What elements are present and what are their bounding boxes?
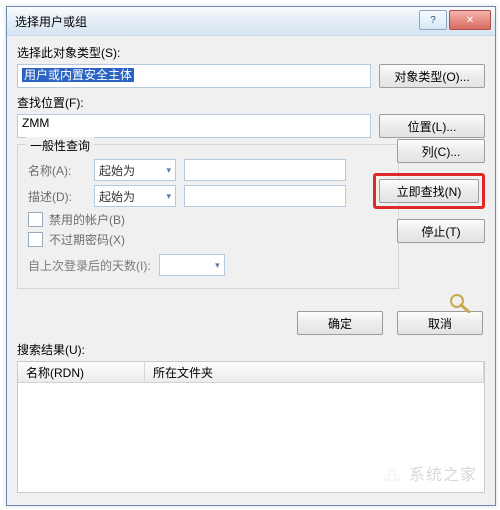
close-icon: ✕: [466, 15, 474, 26]
search-results-table[interactable]: 名称(RDN) 所在文件夹: [17, 361, 485, 493]
chevron-down-icon: ▾: [215, 260, 220, 271]
desc-input[interactable]: [184, 185, 346, 207]
name-input[interactable]: [184, 159, 346, 181]
common-queries-group: 一般性查询 名称(A): 起始为▾ 描述(D): 起始为▾ 禁用的帐户(B) 不…: [17, 144, 399, 289]
object-type-input[interactable]: 用户或内置安全主体: [17, 64, 371, 88]
locations-button[interactable]: 位置(L)...: [379, 114, 485, 138]
find-now-button[interactable]: 立即查找(N): [379, 179, 479, 203]
name-label: 名称(A):: [28, 162, 86, 179]
nonexpiring-password-checkbox[interactable]: [28, 232, 43, 247]
results-header: 名称(RDN) 所在文件夹: [18, 362, 484, 383]
chevron-down-icon: ▾: [166, 165, 171, 176]
object-type-value: 用户或内置安全主体: [22, 68, 134, 82]
location-label: 查找位置(F):: [17, 94, 485, 111]
desc-match-combo[interactable]: 起始为▾: [94, 185, 176, 207]
select-user-or-group-dialog: 选择用户或组 ? ✕ 选择此对象类型(S): 用户或内置安全主体 对象类型(O)…: [6, 6, 496, 506]
stop-button[interactable]: 停止(T): [397, 219, 485, 243]
cancel-button[interactable]: 取消: [397, 311, 483, 335]
object-types-button[interactable]: 对象类型(O)...: [379, 64, 485, 88]
disabled-accounts-checkbox[interactable]: [28, 212, 43, 227]
column-folder[interactable]: 所在文件夹: [145, 362, 484, 382]
nonexpiring-password-label: 不过期密码(X): [49, 231, 125, 248]
help-icon: ?: [430, 15, 436, 26]
help-button[interactable]: ?: [419, 10, 447, 30]
dialog-title: 选择用户或组: [15, 13, 87, 30]
find-now-highlight: 立即查找(N): [373, 173, 485, 209]
titlebar: 选择用户或组 ? ✕: [7, 7, 495, 36]
days-since-logon-combo[interactable]: ▾: [159, 254, 225, 276]
columns-button[interactable]: 列(C)...: [397, 139, 485, 163]
days-since-logon-label: 自上次登录后的天数(I):: [28, 257, 151, 274]
search-icon: [447, 293, 475, 313]
chevron-down-icon: ▾: [166, 191, 171, 202]
search-results-label: 搜索结果(U):: [17, 341, 485, 358]
column-name[interactable]: 名称(RDN): [18, 362, 145, 382]
close-button[interactable]: ✕: [449, 10, 491, 30]
desc-label: 描述(D):: [28, 188, 86, 205]
common-queries-legend: 一般性查询: [26, 137, 94, 154]
location-input[interactable]: ZMM: [17, 114, 371, 138]
disabled-accounts-label: 禁用的帐户(B): [49, 211, 125, 228]
object-type-label: 选择此对象类型(S):: [17, 44, 485, 61]
location-value: ZMM: [22, 116, 49, 130]
name-match-combo[interactable]: 起始为▾: [94, 159, 176, 181]
ok-button[interactable]: 确定: [297, 311, 383, 335]
